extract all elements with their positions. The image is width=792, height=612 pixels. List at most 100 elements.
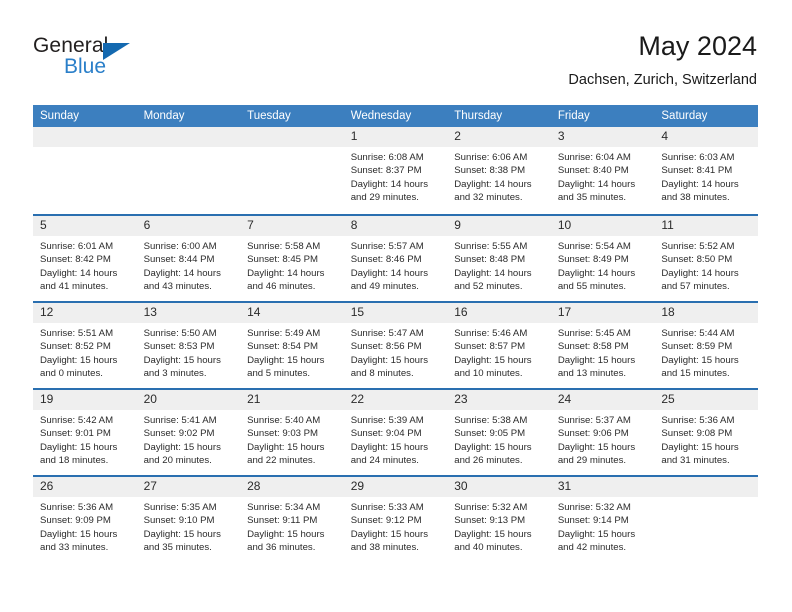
weekday-header-wednesday: Wednesday [343, 105, 448, 127]
day-detail-line: Sunrise: 5:40 AM [247, 415, 321, 426]
calendar-day-cell[interactable]: 21 Sunrise: 5:40 AM Sunset: 9:03 PM Dayligh… [240, 388, 344, 475]
day-detail-line: and 15 minutes. [661, 367, 730, 379]
day-detail-line: Sunset: 9:09 PM [40, 515, 111, 527]
calendar-week-row: 26 Sunrise: 5:36 AM Sunset: 9:09 PM Dayligh… [33, 475, 758, 562]
calendar-day-cell[interactable]: 20 Sunrise: 5:41 AM Sunset: 9:02 PM Dayligh… [136, 388, 241, 475]
day-detail-line: Daylight: 15 hours [350, 528, 429, 540]
calendar-day-cell[interactable]: 7 Sunrise: 5:58 AM Sunset: 8:45 PM Daylight… [240, 214, 344, 301]
day-detail-line: Sunrise: 5:36 AM [40, 502, 114, 513]
weekday-header-thursday: Thursday [447, 105, 551, 127]
day-detail-line: Sunrise: 5:45 AM [557, 328, 631, 339]
day-detail-line: Sunrise: 5:54 AM [557, 241, 631, 252]
calendar-day-cell[interactable]: 17 Sunrise: 5:45 AM Sunset: 8:58 PM Dayligh… [550, 301, 655, 388]
day-detail-line: Sunrise: 5:32 AM [454, 502, 528, 513]
calendar-day-cell[interactable]: 8 Sunrise: 5:57 AM Sunset: 8:46 PM Daylight… [343, 214, 448, 301]
day-detail-line: Daylight: 15 hours [454, 441, 532, 453]
day-details: Sunrise: 5:33 AM Sunset: 9:12 PM Daylight:… [344, 497, 448, 554]
calendar-day-cell[interactable]: 28 Sunrise: 5:34 AM Sunset: 9:11 PM Dayligh… [240, 475, 344, 562]
calendar-week-row: 12 Sunrise: 5:51 AM Sunset: 8:52 PM Dayligh… [33, 301, 758, 388]
calendar-week-row: 1 Sunrise: 6:08 AM Sunset: 8:37 PM Daylight… [33, 127, 758, 214]
day-detail-line: Sunset: 8:57 PM [454, 341, 526, 353]
calendar-day-cell[interactable]: 27 Sunrise: 5:35 AM Sunset: 9:10 PM Dayligh… [136, 475, 241, 562]
day-details: Sunrise: 5:39 AM Sunset: 9:04 PM Daylight:… [344, 410, 448, 467]
day-detail-line: Sunset: 9:12 PM [350, 515, 422, 527]
day-number: 6 [136, 216, 241, 236]
calendar-day-cell[interactable]: 11 Sunrise: 5:52 AM Sunset: 8:50 PM Dayligh… [654, 214, 758, 301]
day-number: 1 [343, 127, 448, 147]
day-detail-line: and 29 minutes. [350, 191, 419, 203]
day-detail-line: Sunrise: 5:50 AM [143, 328, 217, 339]
calendar-week-row: 19 Sunrise: 5:42 AM Sunset: 9:01 PM Dayligh… [33, 388, 758, 475]
calendar-day-cell[interactable]: 25 Sunrise: 5:36 AM Sunset: 9:08 PM Dayligh… [654, 388, 758, 475]
day-detail-line: Daylight: 14 hours [557, 178, 636, 190]
calendar-day-cell[interactable]: 18 Sunrise: 5:44 AM Sunset: 8:59 PM Dayligh… [654, 301, 758, 388]
calendar-day-cell[interactable]: 29 Sunrise: 5:33 AM Sunset: 9:12 PM Dayligh… [343, 475, 448, 562]
calendar-day-cell[interactable]: 2 Sunrise: 6:06 AM Sunset: 8:38 PM Daylight… [447, 127, 551, 214]
day-number [136, 127, 241, 147]
day-detail-line: and 38 minutes. [350, 541, 419, 553]
day-detail-line: and 5 minutes. [247, 367, 311, 379]
calendar-day-cell[interactable]: 12 Sunrise: 5:51 AM Sunset: 8:52 PM Dayligh… [33, 301, 137, 388]
calendar-day-cell[interactable]: 14 Sunrise: 5:49 AM Sunset: 8:54 PM Dayligh… [240, 301, 344, 388]
day-detail-line: and 24 minutes. [350, 454, 419, 466]
day-detail-line: Daylight: 14 hours [557, 267, 636, 279]
day-number: 7 [240, 216, 344, 236]
day-detail-line: Sunset: 9:03 PM [247, 428, 319, 440]
calendar-day-cell[interactable]: 31 Sunrise: 5:32 AM Sunset: 9:14 PM Dayligh… [550, 475, 655, 562]
day-detail-line: Sunset: 8:38 PM [454, 165, 526, 177]
calendar-day-cell[interactable]: 19 Sunrise: 5:42 AM Sunset: 9:01 PM Dayligh… [33, 388, 137, 475]
day-detail-line: Sunset: 9:11 PM [247, 515, 318, 527]
day-detail-line: Sunrise: 5:33 AM [350, 502, 424, 513]
calendar-day-cell[interactable]: 4 Sunrise: 6:03 AM Sunset: 8:41 PM Daylight… [654, 127, 758, 214]
day-details: Sunrise: 6:04 AM Sunset: 8:40 PM Daylight:… [551, 147, 655, 204]
calendar-week-row: 5 Sunrise: 6:01 AM Sunset: 8:42 PM Daylight… [33, 214, 758, 301]
day-detail-line: Sunrise: 5:46 AM [454, 328, 528, 339]
calendar-day-cell[interactable] [240, 127, 344, 214]
calendar-day-cell[interactable]: 23 Sunrise: 5:38 AM Sunset: 9:05 PM Dayligh… [447, 388, 551, 475]
calendar-day-cell[interactable]: 3 Sunrise: 6:04 AM Sunset: 8:40 PM Daylight… [550, 127, 655, 214]
calendar-day-cell[interactable] [654, 475, 758, 562]
day-number: 31 [550, 477, 655, 497]
day-detail-line: Sunrise: 5:57 AM [350, 241, 424, 252]
day-detail-line: Sunset: 9:13 PM [454, 515, 526, 527]
day-detail-line: and 31 minutes. [661, 454, 730, 466]
day-detail-line: Daylight: 15 hours [40, 528, 118, 540]
day-number: 30 [447, 477, 551, 497]
calendar-day-cell[interactable]: 13 Sunrise: 5:50 AM Sunset: 8:53 PM Dayligh… [136, 301, 241, 388]
calendar-day-cell[interactable]: 9 Sunrise: 5:55 AM Sunset: 8:48 PM Daylight… [447, 214, 551, 301]
weekday-header-friday: Friday [550, 105, 655, 127]
calendar-day-cell[interactable]: 30 Sunrise: 5:32 AM Sunset: 9:13 PM Dayligh… [447, 475, 551, 562]
day-detail-line: Sunset: 8:46 PM [350, 254, 422, 266]
day-detail-line: Sunset: 8:53 PM [143, 341, 215, 353]
calendar-header-row: Sunday Monday Tuesday Wednesday Thursday… [33, 105, 758, 127]
day-detail-line: Sunrise: 6:03 AM [661, 152, 735, 163]
day-detail-line: Sunrise: 5:47 AM [350, 328, 424, 339]
calendar-day-cell[interactable]: 16 Sunrise: 5:46 AM Sunset: 8:57 PM Dayligh… [447, 301, 551, 388]
sunrise-sunset-calendar: Sunday Monday Tuesday Wednesday Thursday… [33, 105, 758, 562]
day-detail-line: Sunrise: 5:41 AM [143, 415, 217, 426]
calendar-day-cell[interactable]: 15 Sunrise: 5:47 AM Sunset: 8:56 PM Dayligh… [343, 301, 448, 388]
day-number: 8 [343, 216, 448, 236]
calendar-day-cell[interactable]: 26 Sunrise: 5:36 AM Sunset: 9:09 PM Dayligh… [33, 475, 137, 562]
day-detail-line: Sunset: 8:45 PM [247, 254, 319, 266]
day-detail-line: Sunset: 8:48 PM [454, 254, 526, 266]
calendar-day-cell[interactable]: 6 Sunrise: 6:00 AM Sunset: 8:44 PM Daylight… [136, 214, 241, 301]
day-details: Sunrise: 5:34 AM Sunset: 9:11 PM Daylight:… [240, 497, 344, 554]
day-detail-line: and 41 minutes. [40, 280, 109, 292]
calendar-day-cell[interactable]: 1 Sunrise: 6:08 AM Sunset: 8:37 PM Daylight… [343, 127, 448, 214]
day-number: 18 [654, 303, 758, 323]
calendar-day-cell[interactable]: 24 Sunrise: 5:37 AM Sunset: 9:06 PM Dayligh… [550, 388, 655, 475]
day-detail-line: Sunset: 8:41 PM [661, 165, 733, 177]
calendar-day-cell[interactable] [136, 127, 241, 214]
calendar-day-cell[interactable]: 10 Sunrise: 5:54 AM Sunset: 8:49 PM Dayligh… [550, 214, 655, 301]
day-details: Sunrise: 5:47 AM Sunset: 8:56 PM Daylight:… [344, 323, 448, 380]
calendar-day-cell[interactable] [33, 127, 137, 214]
day-detail-line: Sunrise: 6:04 AM [557, 152, 631, 163]
calendar-day-cell[interactable]: 22 Sunrise: 5:39 AM Sunset: 9:04 PM Dayligh… [343, 388, 448, 475]
calendar-day-cell[interactable]: 5 Sunrise: 6:01 AM Sunset: 8:42 PM Daylight… [33, 214, 137, 301]
day-number: 27 [136, 477, 241, 497]
day-detail-line: Sunset: 9:05 PM [454, 428, 526, 440]
day-detail-line: Daylight: 14 hours [454, 267, 532, 279]
day-detail-line: and 42 minutes. [557, 541, 627, 553]
day-number: 28 [240, 477, 344, 497]
